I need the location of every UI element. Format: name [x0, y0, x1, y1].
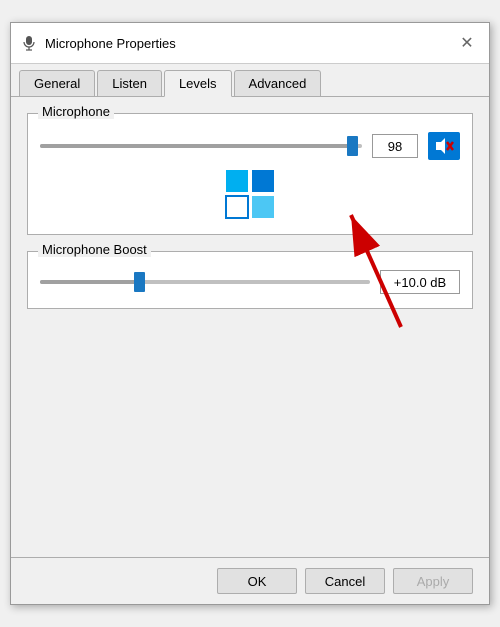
- tabs-bar: General Listen Levels Advanced: [11, 64, 489, 97]
- title-bar-left: Microphone Properties: [21, 35, 176, 51]
- boost-label: Microphone Boost: [38, 242, 151, 257]
- microphone-icon: [21, 35, 37, 51]
- mute-icon: [434, 137, 454, 155]
- microphone-volume-input[interactable]: [372, 134, 418, 158]
- cancel-button[interactable]: Cancel: [305, 568, 385, 594]
- footer: OK Cancel Apply: [11, 557, 489, 604]
- boost-slider[interactable]: [40, 271, 370, 293]
- microphone-properties-window: Microphone Properties ✕ General Listen L…: [10, 22, 490, 605]
- tab-general[interactable]: General: [19, 70, 95, 96]
- microphone-slider-track: [40, 144, 362, 148]
- boost-slider-track: [40, 280, 370, 284]
- boost-slider-fill: [40, 280, 139, 284]
- microphone-slider[interactable]: [40, 135, 362, 157]
- ok-button[interactable]: OK: [217, 568, 297, 594]
- boost-slider-row: +10.0 dB: [40, 270, 460, 294]
- windows-icon-area: [40, 168, 460, 220]
- microphone-label: Microphone: [38, 104, 114, 119]
- apply-button[interactable]: Apply: [393, 568, 473, 594]
- tab-levels[interactable]: Levels: [164, 70, 232, 97]
- boost-value-display: +10.0 dB: [380, 270, 460, 294]
- microphone-slider-row: [40, 132, 460, 160]
- boost-group: Microphone Boost +10.0 dB: [27, 251, 473, 309]
- microphone-slider-fill: [40, 144, 352, 148]
- tab-listen[interactable]: Listen: [97, 70, 162, 96]
- microphone-group: Microphone: [27, 113, 473, 235]
- content-area: Microphone: [11, 97, 489, 557]
- close-button[interactable]: ✕: [455, 31, 479, 55]
- window-title: Microphone Properties: [45, 36, 176, 51]
- tab-advanced[interactable]: Advanced: [234, 70, 322, 96]
- boost-slider-handle[interactable]: [134, 272, 145, 292]
- microphone-slider-handle[interactable]: [347, 136, 358, 156]
- mute-button[interactable]: [428, 132, 460, 160]
- windows-x-icon: [224, 168, 276, 220]
- title-bar: Microphone Properties ✕: [11, 23, 489, 64]
